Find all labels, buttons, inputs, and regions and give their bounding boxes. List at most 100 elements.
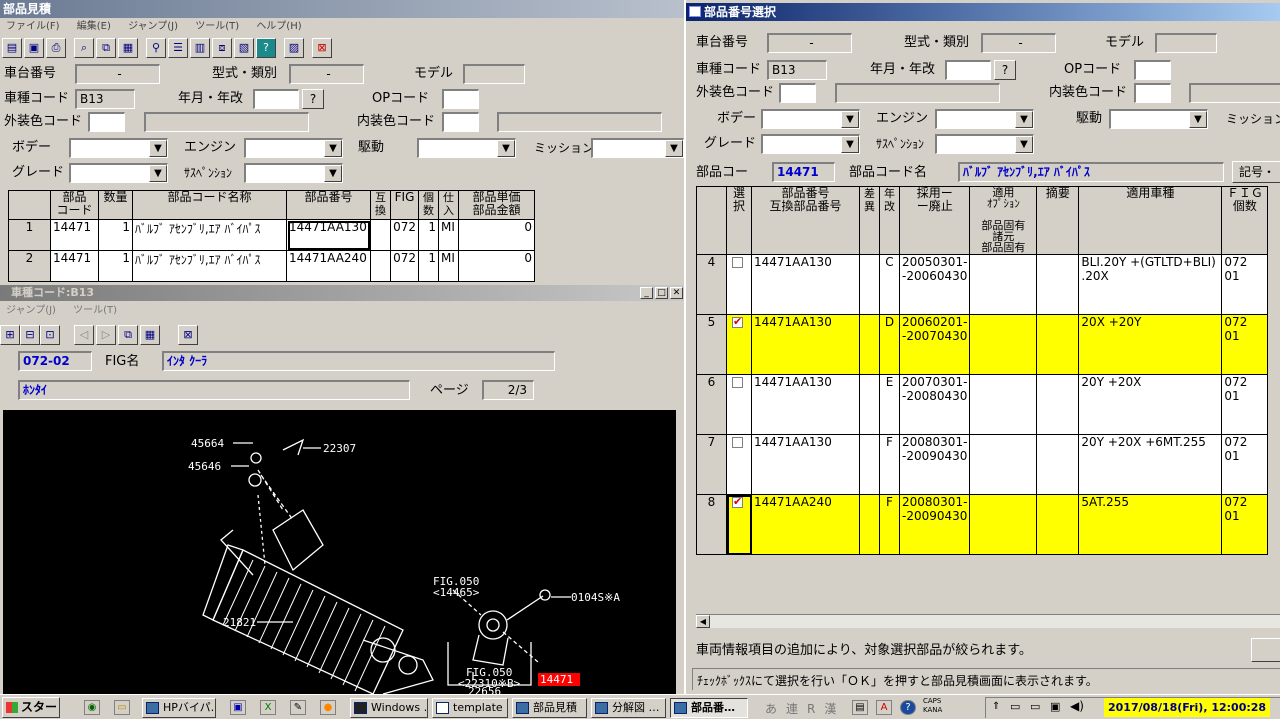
table-row[interactable]: 1 14471 1 ﾊﾞﾙﾌﾞ ｱｾﾝﾌﾞﾘ,ｴｱ ﾊﾞｲﾊﾟｽ 14471AA… bbox=[8, 219, 535, 251]
part-number-cell[interactable]: 14471AA130 bbox=[751, 374, 860, 435]
date-field[interactable] bbox=[945, 60, 991, 80]
price-cell[interactable]: 0 bbox=[458, 219, 535, 251]
open-icon[interactable]: ▤ bbox=[2, 38, 22, 58]
select-checkbox[interactable] bbox=[726, 314, 752, 375]
copy-icon[interactable]: ⧉ bbox=[96, 38, 116, 58]
ime-pad-icon[interactable]: ▤ bbox=[852, 700, 868, 715]
menu-tools[interactable]: ツール(T) bbox=[73, 305, 117, 316]
checkbox[interactable] bbox=[732, 437, 743, 448]
horizontal-scrollbar[interactable]: ◀ bbox=[696, 614, 1280, 628]
chevron-down-icon[interactable]: ▼ bbox=[1189, 111, 1207, 128]
chassis-field[interactable]: - bbox=[75, 64, 160, 84]
diagram-titlebar[interactable]: 車種コード:B13 bbox=[0, 285, 686, 301]
chevron-down-icon[interactable]: ▼ bbox=[665, 140, 683, 157]
checkbox[interactable] bbox=[732, 257, 743, 268]
qty-cell[interactable]: 1 bbox=[98, 219, 133, 251]
op-code-field[interactable] bbox=[1134, 60, 1171, 80]
zoom-out-icon[interactable]: ⊟ bbox=[20, 325, 40, 345]
chevron-down-icon[interactable]: ▼ bbox=[324, 165, 342, 182]
compat-cell[interactable] bbox=[370, 219, 391, 251]
part-number-cell[interactable]: 14471AA240 bbox=[751, 494, 860, 555]
chevron-down-icon[interactable]: ▼ bbox=[1015, 111, 1033, 128]
select-checkbox[interactable] bbox=[726, 434, 752, 495]
table-row[interactable]: 5 14471AA130 D 20060201- -20070430 20X +… bbox=[696, 314, 1269, 375]
op-code-field[interactable] bbox=[442, 89, 479, 109]
date-lookup-button[interactable]: ? bbox=[302, 89, 324, 109]
prev-page-icon[interactable]: ◁ bbox=[74, 325, 94, 345]
part-code-cell[interactable]: 14471 bbox=[50, 219, 99, 251]
chevron-down-icon[interactable]: ▼ bbox=[497, 140, 515, 157]
select-checkbox[interactable] bbox=[726, 254, 752, 315]
part-code-cell[interactable]: 14471 bbox=[50, 250, 99, 282]
flow-icon[interactable]: ⧈ bbox=[212, 38, 232, 58]
list-icon[interactable]: ☰ bbox=[168, 38, 188, 58]
suspension-select[interactable]: ▼ bbox=[244, 163, 343, 183]
part-name-cell[interactable]: ﾊﾞﾙﾌﾞ ｱｾﾝﾌﾞﾘ,ｴｱ ﾊﾞｲﾊﾟｽ bbox=[132, 219, 287, 251]
task-hp-bypass[interactable]: HPバイパ… bbox=[142, 698, 216, 718]
menu-edit[interactable]: 編集(E) bbox=[77, 21, 111, 32]
callout-0104s[interactable]: 0104S※A bbox=[571, 591, 620, 604]
ext-color-field[interactable] bbox=[779, 83, 816, 103]
menu-help[interactable]: ヘルプ(H) bbox=[256, 21, 301, 32]
drive-select[interactable]: ▼ bbox=[1109, 109, 1208, 129]
fig-cell[interactable]: 072 bbox=[390, 250, 419, 282]
save-icon[interactable]: ▣ bbox=[24, 38, 44, 58]
task-diagram[interactable]: 分解図 … bbox=[591, 698, 666, 718]
zoom-in-icon[interactable]: ⊞ bbox=[0, 325, 20, 345]
task-parts-estimate[interactable]: 部品見積 bbox=[512, 698, 587, 718]
table-row[interactable]: 7 14471AA130 F 20080301- -20090430 20Y +… bbox=[696, 434, 1269, 495]
part-number-cell[interactable]: 14471AA130 bbox=[751, 254, 860, 315]
model-type-field[interactable]: - bbox=[289, 64, 364, 84]
chevron-down-icon[interactable]: ▼ bbox=[1015, 136, 1033, 153]
quicklaunch-2-icon[interactable]: ✎ bbox=[290, 700, 306, 715]
task-windows[interactable]: Windows … bbox=[350, 698, 428, 718]
part-number-cell[interactable]: 14471AA130 bbox=[751, 434, 860, 495]
chevron-down-icon[interactable]: ▼ bbox=[324, 140, 342, 157]
tray-3-icon[interactable]: ▣ bbox=[1050, 700, 1060, 713]
paste-icon[interactable]: ▦ bbox=[140, 325, 160, 345]
quicklaunch-1-icon[interactable]: ▣ bbox=[230, 700, 246, 715]
export-icon[interactable]: ⊠ bbox=[178, 325, 198, 345]
tray-1-icon[interactable]: ▭ bbox=[1010, 700, 1020, 713]
tray-up-icon[interactable]: ⇑ bbox=[992, 701, 1000, 712]
part-number-cell[interactable]: 14471AA130 bbox=[751, 314, 860, 375]
chevron-down-icon[interactable]: ▼ bbox=[149, 140, 167, 157]
next-page-icon[interactable]: ▷ bbox=[96, 325, 116, 345]
body-select[interactable]: ▼ bbox=[69, 138, 168, 158]
quicklaunch-folder-icon[interactable]: ▭ bbox=[114, 700, 130, 715]
copy-icon[interactable]: ⧉ bbox=[118, 325, 138, 345]
ime-acrobat-icon[interactable]: A bbox=[876, 700, 892, 715]
chart-icon[interactable]: ▥ bbox=[190, 38, 210, 58]
symbol-button[interactable]: 記号・ bbox=[1232, 161, 1280, 183]
compat-cell[interactable] bbox=[370, 250, 391, 282]
checkbox[interactable] bbox=[732, 377, 743, 388]
ime-kanji[interactable]: 漢 bbox=[824, 702, 836, 716]
grade-select[interactable]: ▼ bbox=[69, 163, 168, 183]
table-row[interactable]: 2 14471 1 ﾊﾞﾙﾌﾞ ｱｾﾝﾌﾞﾘ,ｴｱ ﾊﾞｲﾊﾟｽ 14471AA… bbox=[8, 250, 535, 282]
menu-tools[interactable]: ツール(T) bbox=[195, 21, 239, 32]
callout-22656[interactable]: 22656 bbox=[468, 685, 501, 694]
image-icon[interactable]: ▧ bbox=[234, 38, 254, 58]
drive-select[interactable]: ▼ bbox=[417, 138, 516, 158]
grade-select[interactable]: ▼ bbox=[761, 134, 860, 154]
callout-21821[interactable]: 21821 bbox=[223, 616, 256, 629]
engine-select[interactable]: ▼ bbox=[935, 109, 1034, 129]
callout-14465[interactable]: <14465> bbox=[433, 586, 480, 599]
int-color-field[interactable] bbox=[1134, 83, 1171, 103]
suspension-select[interactable]: ▼ bbox=[935, 134, 1034, 154]
car-code-field[interactable]: B13 bbox=[75, 89, 135, 109]
ext-color-field[interactable] bbox=[88, 112, 125, 132]
quicklaunch-excel-icon[interactable]: X bbox=[260, 700, 276, 715]
ime-hiragana[interactable]: あ bbox=[765, 702, 777, 716]
clock[interactable]: 2017/08/18(Fri), 12:00:28 bbox=[1104, 698, 1271, 717]
body-select[interactable]: ▼ bbox=[761, 109, 860, 129]
fig-cell[interactable]: 072 bbox=[390, 219, 419, 251]
table-row[interactable]: 8 14471AA240 F 20080301- -20090430 5AT.2… bbox=[696, 494, 1269, 555]
engine-select[interactable]: ▼ bbox=[244, 138, 343, 158]
help-icon[interactable]: ? bbox=[256, 38, 276, 58]
minimize-button[interactable]: _ bbox=[640, 287, 653, 299]
task-template[interactable]: template … bbox=[432, 698, 508, 718]
exploded-diagram[interactable]: 45664 22307 45646 FIG.050 <14465> 0104S※… bbox=[3, 410, 676, 694]
part-number-cell[interactable]: 14471AA130 bbox=[286, 219, 371, 251]
tree-icon[interactable]: ⚲ bbox=[146, 38, 166, 58]
